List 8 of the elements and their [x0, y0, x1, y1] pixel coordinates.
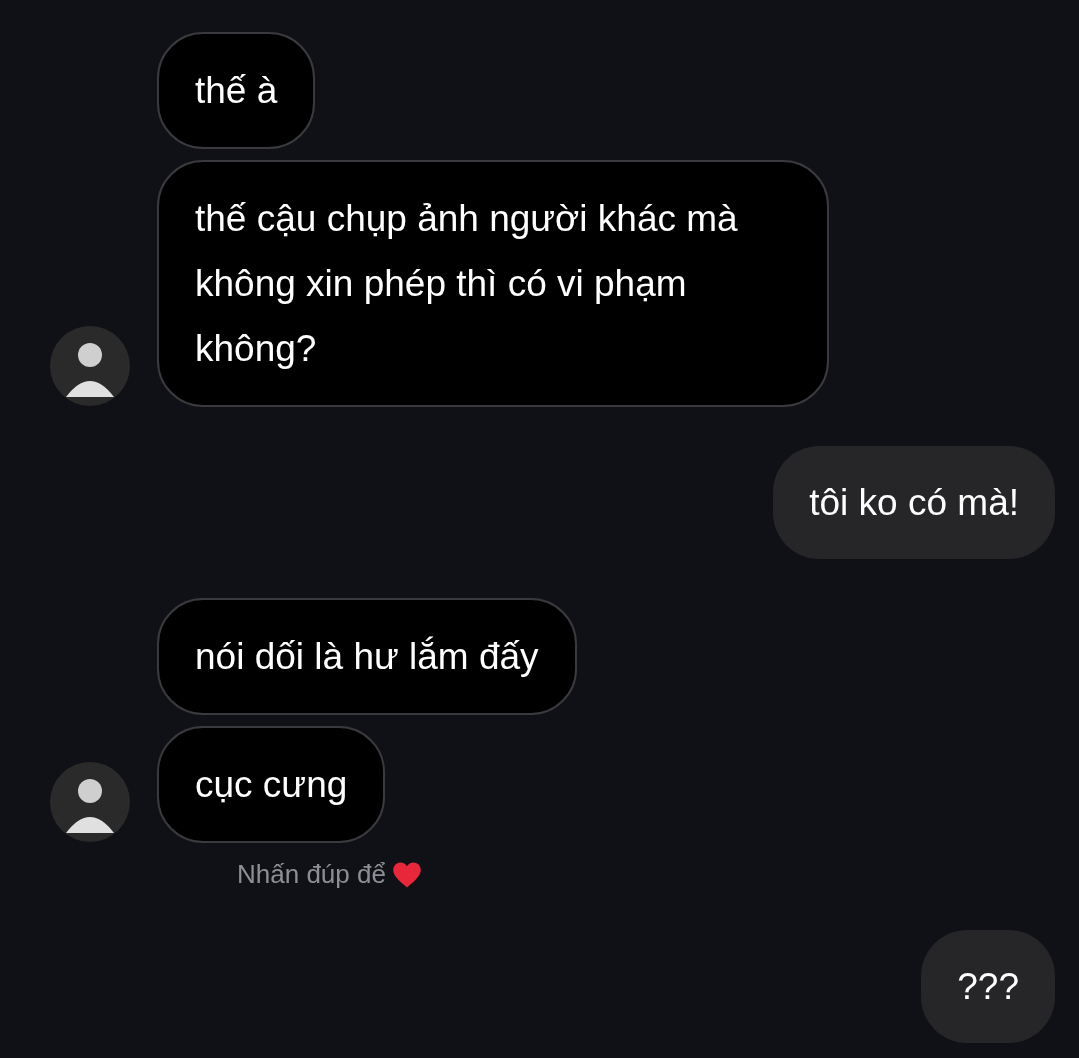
message-bubble: thế à [157, 32, 316, 149]
message-bubble: nói dối là hư lắm đấy [157, 598, 577, 715]
message-bubble: ??? [921, 930, 1055, 1043]
message-bubble: tôi ko có mà! [773, 446, 1055, 559]
heart-icon [391, 860, 422, 889]
double-tap-hint: Nhấn đúp để [237, 859, 386, 890]
message-bubble: thế cậu chụp ảnh người khác mà không xin phép thì có vi phạm không? [157, 160, 829, 407]
message-bubble: cục cưng [157, 726, 386, 843]
